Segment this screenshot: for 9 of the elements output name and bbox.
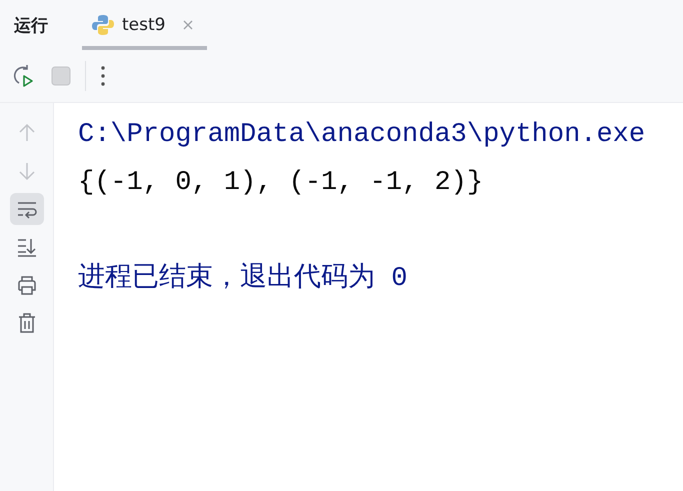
console-line: 进程已结束，退出代码为 0 (78, 264, 408, 294)
panel-title: 运行 (14, 14, 48, 36)
console-line: {(-1, 0, 1), (-1, -1, 2)} (78, 168, 484, 198)
wrap-button[interactable] (10, 193, 44, 225)
console-line: C:\ProgramData\anaconda3\python.exe (78, 120, 646, 150)
scroll-to-end-icon (16, 236, 38, 258)
more-icon[interactable] (100, 65, 106, 87)
printer-icon (16, 274, 38, 296)
python-icon (92, 14, 114, 36)
